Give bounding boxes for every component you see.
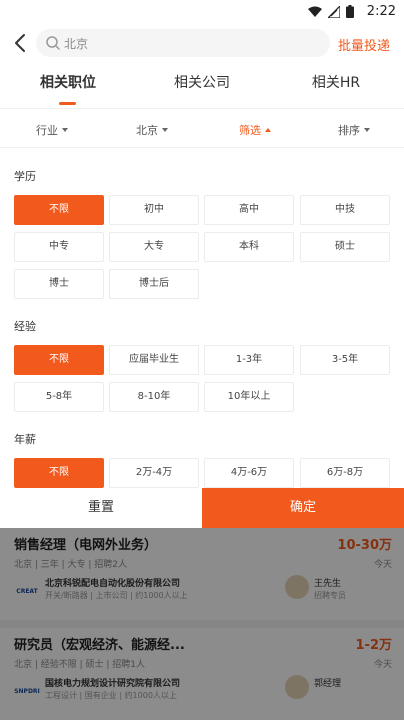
filter-city[interactable]: 北京 [136, 122, 168, 138]
result-tabs: 相关职位 相关公司 相关HR [0, 62, 404, 108]
education-chip[interactable]: 本科 [204, 232, 294, 262]
salary-chip[interactable]: 2万-4万 [109, 458, 199, 488]
education-chip[interactable]: 初中 [109, 195, 199, 225]
caret-up-icon [265, 128, 271, 132]
experience-chip[interactable]: 应届毕业生 [109, 345, 199, 375]
experience-chip[interactable]: 8-10年 [109, 382, 199, 412]
filter-actions: 重置 确定 [0, 488, 404, 528]
tab-companies[interactable]: 相关公司 [142, 72, 262, 92]
education-chip[interactable]: 博士 [14, 269, 104, 299]
education-chip[interactable]: 大专 [109, 232, 199, 262]
filter-screen[interactable]: 筛选 [239, 122, 271, 138]
tab-indicator [59, 102, 76, 105]
filter-screen-label: 筛选 [239, 124, 261, 137]
education-chip[interactable]: 中专 [14, 232, 104, 262]
filter-panel: 学历 不限 初中 高中 中技 中专 大专 本科 硕士 博士 博士后 经验 不限 … [0, 148, 404, 488]
top-bar: 北京 批量投递 [0, 24, 404, 62]
tab-positions[interactable]: 相关职位 [8, 72, 128, 92]
education-chip[interactable]: 高中 [204, 195, 294, 225]
caret-down-icon [62, 128, 68, 132]
search-query: 北京 [64, 37, 89, 51]
education-title: 学历 [14, 170, 36, 183]
filter-bar: 行业 北京 筛选 排序 [0, 108, 404, 148]
education-chip[interactable]: 不限 [14, 195, 104, 225]
battery-icon [346, 5, 354, 18]
dim-overlay[interactable] [0, 528, 404, 720]
filter-sort-label: 排序 [338, 124, 360, 137]
salary-title: 年薪 [14, 433, 36, 446]
education-chip[interactable]: 硕士 [300, 232, 390, 262]
reset-button[interactable]: 重置 [0, 488, 202, 528]
search-input[interactable]: 北京 [36, 29, 330, 57]
status-time: 2:22 [366, 4, 396, 19]
education-chip[interactable]: 博士后 [109, 269, 199, 299]
experience-title: 经验 [14, 320, 36, 333]
wifi-icon [308, 6, 322, 17]
experience-chip[interactable]: 5-8年 [14, 382, 104, 412]
status-icons [308, 5, 354, 18]
salary-chip[interactable]: 4万-6万 [204, 458, 294, 488]
search-icon [46, 36, 60, 50]
salary-chip[interactable]: 不限 [14, 458, 104, 488]
experience-chip[interactable]: 1-3年 [204, 345, 294, 375]
education-chip[interactable]: 中技 [300, 195, 390, 225]
experience-chip[interactable]: 3-5年 [300, 345, 390, 375]
filter-city-label: 北京 [136, 124, 158, 137]
experience-chip[interactable]: 10年以上 [204, 382, 294, 412]
salary-chip[interactable]: 6万-8万 [300, 458, 390, 488]
caret-down-icon [364, 128, 370, 132]
caret-down-icon [162, 128, 168, 132]
filter-industry[interactable]: 行业 [36, 122, 68, 138]
filter-sort[interactable]: 排序 [338, 122, 370, 138]
status-bar: 2:22 [0, 0, 404, 24]
batch-apply-button[interactable]: 批量投递 [338, 35, 390, 54]
signal-icon [328, 5, 340, 18]
back-arrow-icon[interactable] [10, 32, 32, 54]
experience-chip[interactable]: 不限 [14, 345, 104, 375]
filter-industry-label: 行业 [36, 124, 58, 137]
tab-hr[interactable]: 相关HR [276, 72, 396, 92]
confirm-button[interactable]: 确定 [202, 488, 404, 528]
